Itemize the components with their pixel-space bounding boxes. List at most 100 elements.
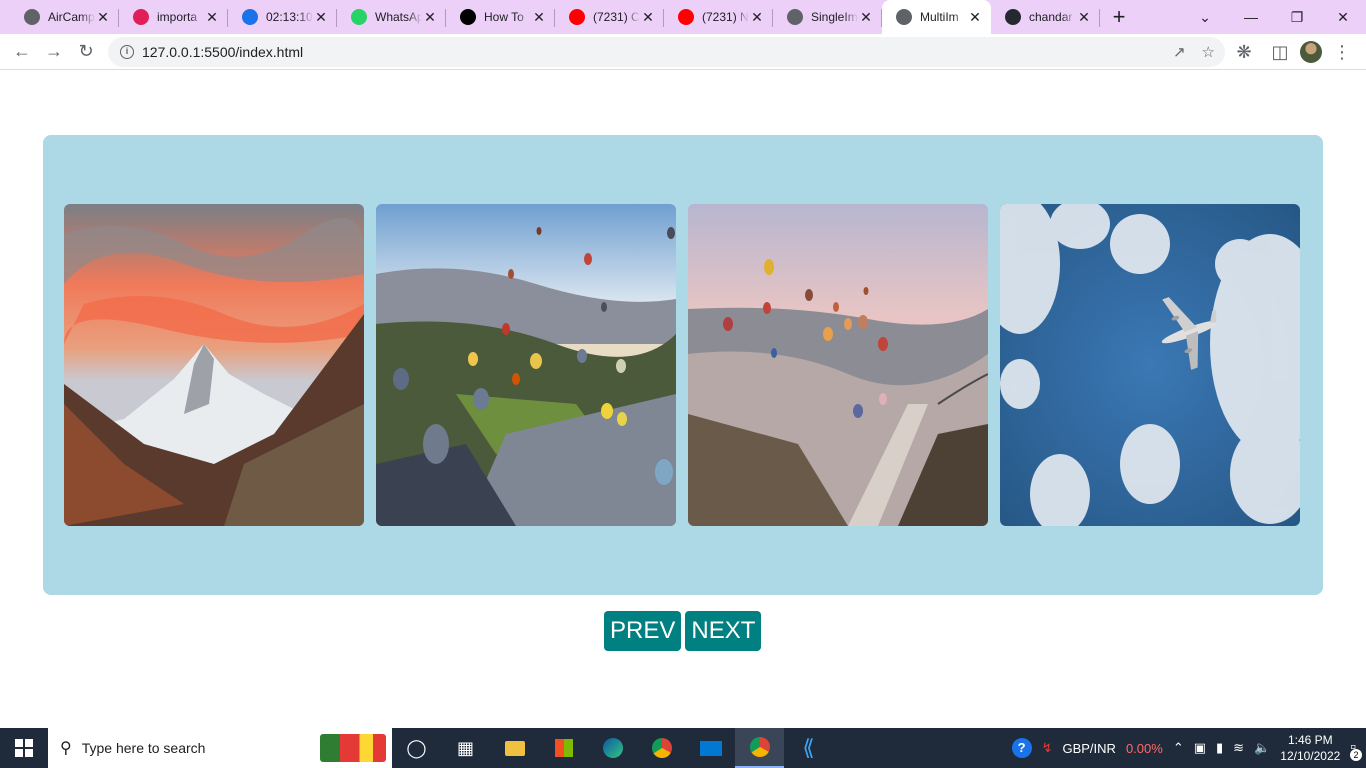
tab-list: AirCamp ✕ importa ✕ 02:13:10 ✕ WhatsAp ✕ How To ✕… [10,0,1100,34]
cortana-icon[interactable]: ◯ [392,728,441,768]
wifi-icon[interactable]: ≋ [1233,740,1244,756]
github-icon [1005,9,1021,25]
tab-close-icon[interactable]: ✕ [640,9,656,26]
tab-close-icon[interactable]: ✕ [204,9,220,26]
tab-close-icon[interactable]: ✕ [531,9,547,26]
forward-icon[interactable]: → [38,36,70,68]
tab-0[interactable]: AirCamp ✕ [10,0,119,34]
whatsapp-icon [351,9,367,25]
check-circle-icon [242,9,258,25]
tab-title: (7231) N [702,10,749,24]
reload-icon[interactable]: ↻ [70,36,102,68]
ticker-change: 0.00% [1125,740,1163,756]
sunset-mountain-image [64,204,364,526]
tab-strip: AirCamp ✕ importa ✕ 02:13:10 ✕ WhatsAp ✕ How To ✕… [0,0,1366,34]
tab-close-icon[interactable]: ✕ [1076,9,1092,26]
tab-8[interactable]: MultiIm ✕ [882,0,991,34]
chrome-icon[interactable] [637,728,686,768]
notification-icon[interactable]: ▫ 2 [1350,739,1362,761]
tab-6[interactable]: (7231) N ✕ [664,0,773,34]
tab-2[interactable]: 02:13:10 ✕ [228,0,337,34]
slack-icon [133,9,149,25]
clock-date: 12/10/2022 [1280,749,1341,763]
youtube-icon [678,9,694,25]
prev-button[interactable]: PREV [604,611,682,651]
tab-title: chandar [1029,10,1073,24]
balloons-canyon-image [688,204,988,526]
taskbar-search-input[interactable]: ⚲ Type here to search [48,728,392,768]
youtube-icon [569,9,585,25]
tab-7[interactable]: SingleIm ✕ [773,0,882,34]
page-content: PREV NEXT [0,71,1366,728]
tab-title: WhatsAp [375,10,422,24]
tab-title: 02:13:10 [266,10,313,24]
chrome-active-icon[interactable] [735,728,784,768]
battery-icon[interactable]: ▮ [1216,740,1223,756]
tab-title: How To [484,10,524,24]
close-window-icon[interactable]: ✕ [1320,0,1366,34]
next-button[interactable]: NEXT [685,611,762,651]
tab-title: importa [157,10,198,24]
tab-9[interactable]: chandar ✕ [991,0,1100,34]
clock[interactable]: 1:46 PM 12/10/2022 [1280,732,1340,764]
browser-toolbar: ← → ↻ i 127.0.0.1:5500/index.html ↗ ☆ ❋ … [0,34,1366,70]
system-tray: ? ↯ GBP/INR 0.00% ⌃ ▣ ▮ ≋ 🔈 1:46 PM 12/1… [1011,732,1366,764]
tab-3[interactable]: WhatsAp ✕ [337,0,446,34]
store-icon[interactable] [539,728,588,768]
ticker-label[interactable]: GBP/INR [1062,741,1115,756]
notification-count: 2 [1350,749,1362,761]
edge-icon[interactable] [588,728,637,768]
globe-icon [896,9,912,25]
stock-chart-icon: ↯ [1041,740,1053,755]
tab-5[interactable]: (7231) C ✕ [555,0,664,34]
tab-close-icon[interactable]: ✕ [749,9,765,26]
file-explorer-icon[interactable] [490,728,539,768]
url-text: 127.0.0.1:5500/index.html [142,44,304,60]
tab-close-icon[interactable]: ✕ [313,9,329,26]
airplane-sky-image [1000,204,1300,526]
side-panel-icon[interactable]: ◫ [1264,36,1296,68]
tab-close-icon[interactable]: ✕ [95,9,111,26]
tab-separator [1099,9,1100,27]
new-tab-button[interactable]: + [1100,0,1138,34]
window-controls: ⌄ — ❐ ✕ [1182,0,1366,34]
tab-close-icon[interactable]: ✕ [422,9,438,26]
medium-icon [460,9,476,25]
task-view-icon[interactable]: ▦ [441,728,490,768]
search-highlight-icon[interactable] [320,734,386,762]
minimize-icon[interactable]: — [1228,0,1274,34]
tab-title: AirCamp [48,10,95,24]
globe-icon [787,9,803,25]
carousel-container [43,135,1323,595]
globe-icon [24,9,40,25]
balloons-valley-image [376,204,676,526]
search-icon: ⚲ [60,740,72,757]
show-hidden-icons-icon[interactable]: ⌃ [1173,740,1184,756]
back-icon[interactable]: ← [6,36,38,68]
tab-title: (7231) C [593,10,640,24]
search-placeholder: Type here to search [81,740,206,756]
extensions-icon[interactable]: ❋ [1228,36,1260,68]
help-icon[interactable]: ? [1011,738,1032,758]
address-bar[interactable]: i 127.0.0.1:5500/index.html ↗ ☆ [108,37,1225,67]
share-icon[interactable]: ↗ [1173,43,1186,61]
bookmark-star-icon[interactable]: ☆ [1202,43,1215,61]
tab-title: SingleIm [811,10,858,24]
tab-title: MultiIm [920,10,959,24]
profile-avatar[interactable] [1300,41,1322,63]
volume-icon[interactable]: 🔈 [1254,740,1270,756]
restore-icon[interactable]: ❐ [1274,0,1320,34]
menu-icon[interactable]: ⋮ [1326,36,1358,68]
clock-time: 1:46 PM [1287,733,1333,747]
site-info-icon[interactable]: i [120,45,134,59]
vscode-icon[interactable]: ⟪ [784,728,833,768]
windows-start-icon[interactable] [0,728,48,768]
tab-close-icon[interactable]: ✕ [858,9,874,26]
carousel-controls: PREV NEXT [604,611,762,651]
tab-1[interactable]: importa ✕ [119,0,228,34]
tab-close-icon[interactable]: ✕ [967,9,983,26]
meet-now-icon[interactable]: ▣ [1194,740,1206,756]
tab-search-icon[interactable]: ⌄ [1182,0,1228,34]
mail-icon[interactable] [686,728,735,768]
tab-4[interactable]: How To ✕ [446,0,555,34]
